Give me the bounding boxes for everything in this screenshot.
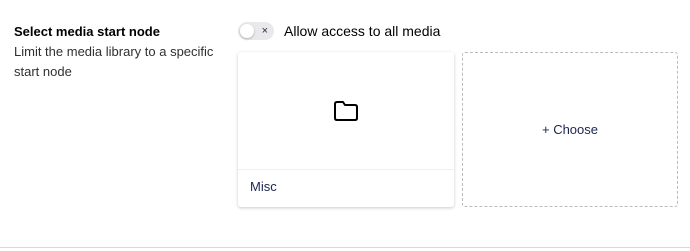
selected-media-card[interactable]: Misc <box>238 52 454 207</box>
setting-title: Select media start node <box>14 24 160 39</box>
toggle-off-icon: × <box>261 25 268 37</box>
setting-description: Limit the media library to a specific st… <box>14 44 214 79</box>
section-divider <box>0 247 690 248</box>
toggle-knob <box>240 24 254 38</box>
allow-all-media-toggle-row: × Allow access to all media <box>238 22 440 40</box>
folder-icon <box>334 100 358 121</box>
media-start-node-setting: Select media start node Limit the media … <box>0 0 690 251</box>
allow-all-media-toggle[interactable]: × <box>238 22 274 40</box>
choose-button-label: + Choose <box>541 122 598 137</box>
media-name: Misc <box>250 179 277 194</box>
choose-media-button[interactable]: + Choose <box>462 52 678 207</box>
setting-label-group: Select media start node Limit the media … <box>14 23 214 82</box>
media-thumbnail <box>238 52 454 170</box>
allow-all-media-label: Allow access to all media <box>284 23 441 39</box>
